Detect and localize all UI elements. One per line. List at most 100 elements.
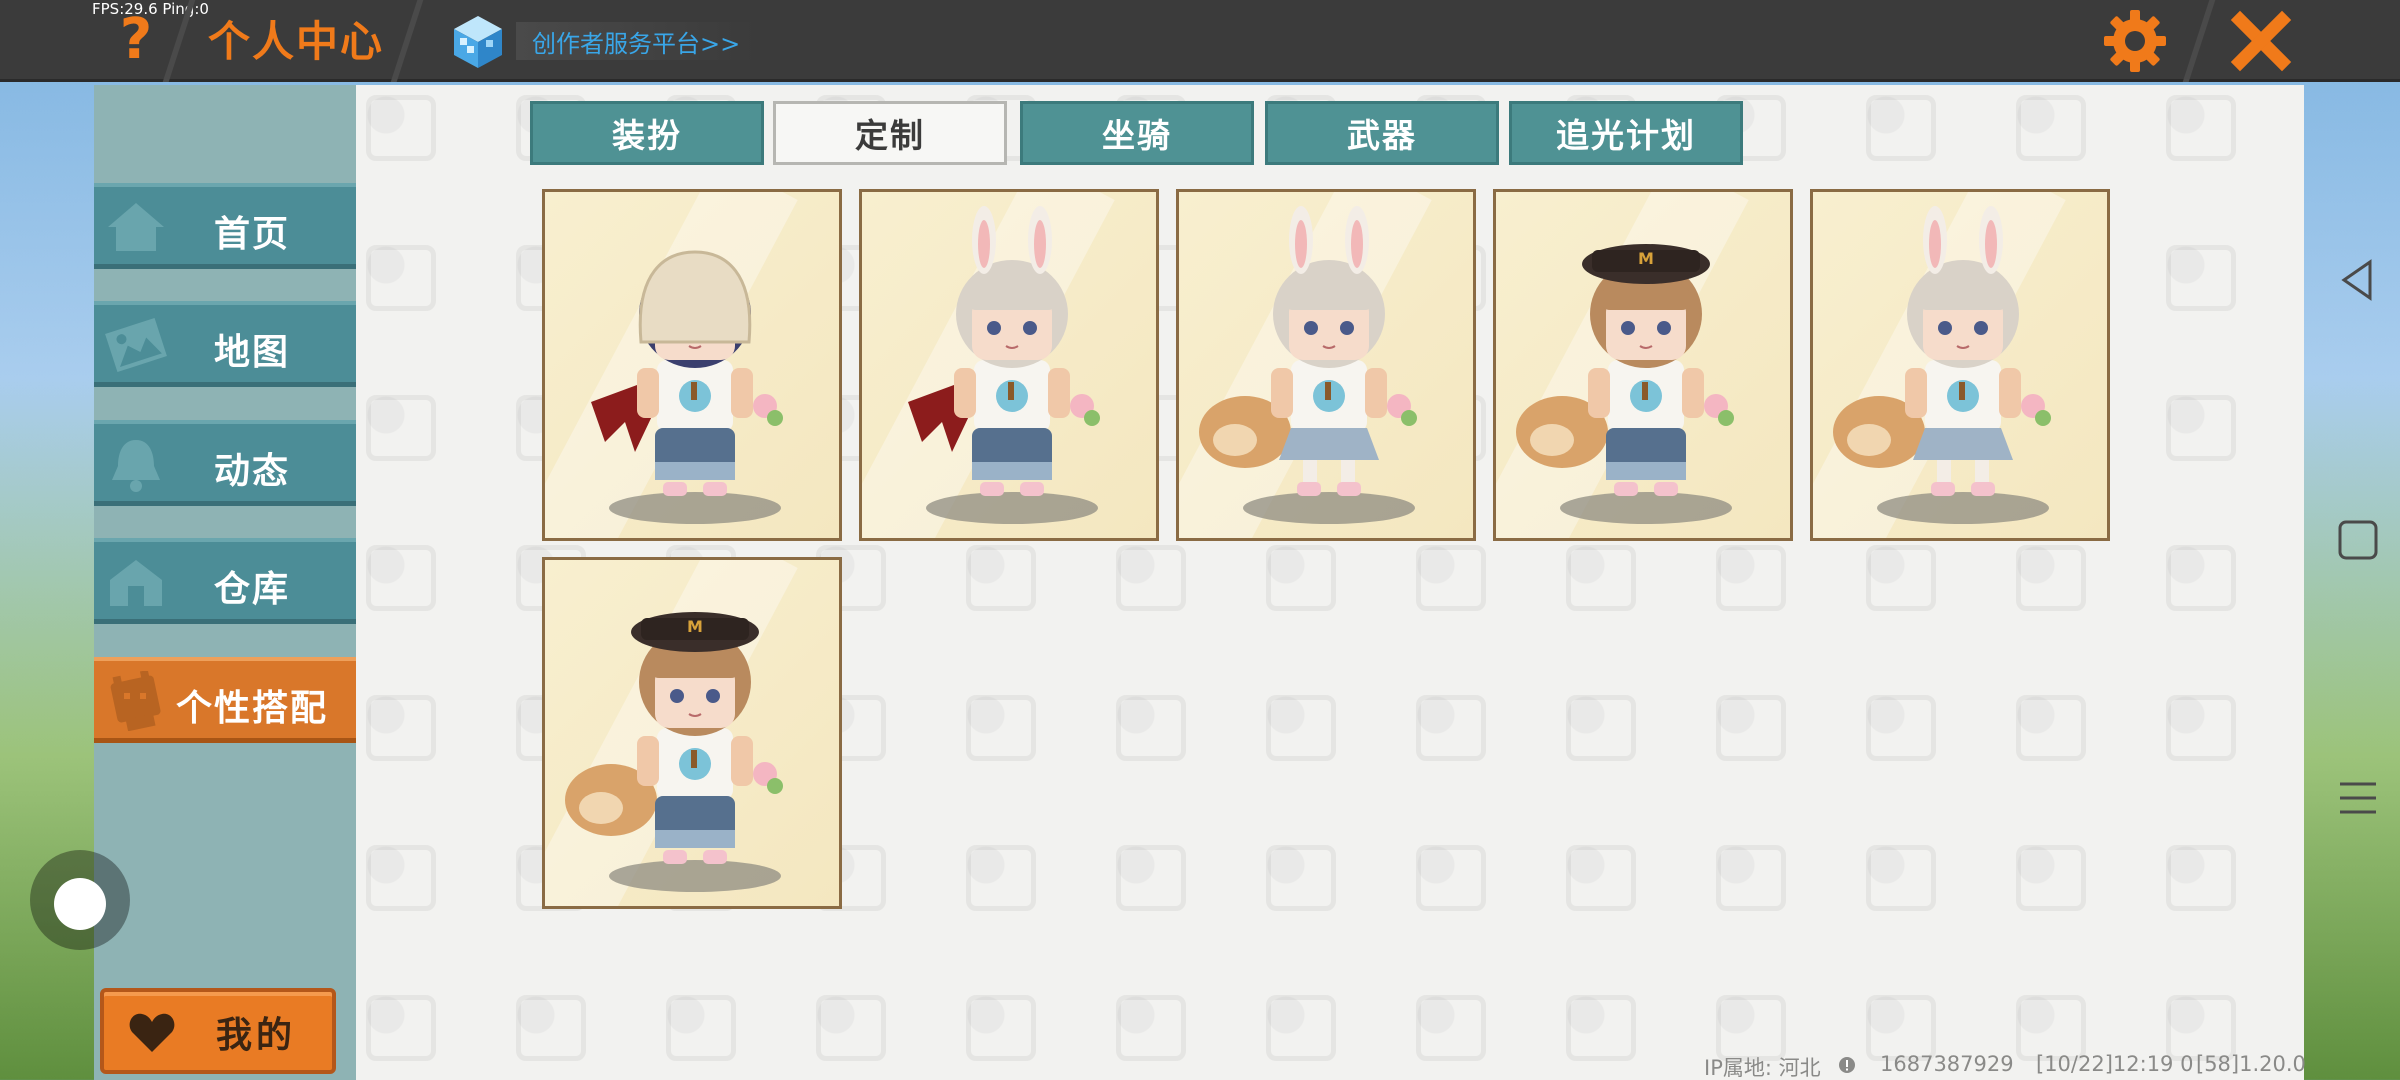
creator-platform-link[interactable]: 创作者服务平台>> [516,22,756,60]
sidebar-item-label: 仓库 [214,569,291,610]
background-motif [1566,845,1636,911]
background-motif [2016,95,2086,161]
background-motif [366,245,436,311]
sidebar-item-map[interactable]: 地图 [94,301,356,387]
tab-weapon[interactable]: 武器 [1265,101,1499,165]
heart-icon [129,1013,175,1052]
background-motif [2166,95,2236,161]
bell-icon [112,440,160,492]
background-motif [366,845,436,911]
background-motif [1866,845,1936,911]
bunny-vest-outfit[interactable] [1176,189,1476,541]
background-motif [2166,245,2236,311]
map-icon [105,317,167,373]
bunny-skirt-outfit[interactable] [1810,189,2110,541]
home-icon [108,203,164,251]
top-bar: FPS:29.6 Ping:0 ? 个人中心 创作者服务平台>> [0,0,2400,82]
background-motif [1116,695,1186,761]
background-motif [1116,545,1186,611]
tab-custom[interactable]: 定制 [773,101,1007,165]
page-title: 个人中心 [208,17,385,66]
background-motif [1416,845,1486,911]
background-motif [2016,545,2086,611]
background-motif [1266,545,1336,611]
version-label: [58]1.20.0 [2196,1052,2306,1076]
cap-tail-outfit[interactable]: M [542,557,842,909]
sidebar-item-storage[interactable]: 仓库 [94,538,356,624]
background-motif [1716,845,1786,911]
menu-icon[interactable] [2330,770,2386,826]
help-button[interactable]: ? [108,6,164,72]
divider [390,0,424,82]
tab-dressup[interactable]: 装扮 [530,101,764,165]
background-motif [2166,695,2236,761]
background-motif [2016,695,2086,761]
background-motif [816,995,886,1061]
joystick-knob[interactable] [54,878,106,930]
outfit-panel: 装扮 定制 坐骑 武器 追光计划 M M [356,85,2304,1080]
bunny-glasses-outfit[interactable] [859,189,1159,541]
background-motif [966,845,1036,911]
svg-text:M: M [687,617,703,636]
session-info: [10/22]12:19 0 [2036,1052,2194,1076]
character-icon [110,671,161,731]
background-motif [2166,545,2236,611]
character-figure: M [1516,244,1734,524]
background-motif [1266,995,1336,1061]
background-motif [1266,845,1336,911]
tab-mount[interactable]: 坐骑 [1020,101,1254,165]
background-motif [1116,995,1186,1061]
character-figure [908,206,1100,524]
background-motif [966,995,1036,1061]
my-button[interactable]: 我的 [100,988,336,1074]
background-motif [1566,545,1636,611]
close-icon[interactable] [2226,6,2296,76]
character-figure [591,250,783,524]
home-nav-icon[interactable] [2330,512,2386,568]
background-motif [1416,995,1486,1061]
cap-vest-outfit[interactable]: M [1493,189,1793,541]
background-motif [1566,695,1636,761]
background-motif [516,995,586,1061]
background-motif [966,695,1036,761]
svg-text:M: M [1638,249,1654,268]
house-icon [110,560,162,606]
cube-icon[interactable] [452,14,504,70]
sidebar-item-home[interactable]: 首页 [94,183,356,269]
background-motif [2166,395,2236,461]
background-motif [1716,695,1786,761]
background-motif [1416,695,1486,761]
background-motif [366,395,436,461]
sidebar-item-label: 首页 [214,214,291,255]
background-motif [366,995,436,1061]
background-motif [366,95,436,161]
my-button-label: 我的 [216,1015,297,1056]
background-motif [1866,95,1936,161]
background-motif [966,545,1036,611]
back-icon[interactable] [2330,252,2386,308]
ip-location: IP属地: 河北 [1704,1056,1821,1080]
character-figure: M [565,612,783,892]
background-motif [1866,545,1936,611]
sidebar-item-feed[interactable]: 动态 [94,420,356,506]
hooded-bear-outfit[interactable] [542,189,842,541]
sidebar-item-label: 动态 [214,451,291,492]
background-motif [2166,845,2236,911]
background-motif [1266,695,1336,761]
sidebar-item-label: 个性搭配 [176,688,329,729]
sidebar-item-style[interactable]: 个性搭配 [94,657,356,743]
gear-icon[interactable] [2100,6,2170,76]
background-motif [1116,845,1186,911]
tab-light-chaser[interactable]: 追光计划 [1509,101,1743,165]
info-icon[interactable] [1838,1056,1856,1074]
divider [2182,0,2216,82]
background-motif [366,695,436,761]
background-motif [666,995,736,1061]
background-motif [1866,695,1936,761]
character-figure [1199,206,1417,524]
background-motif [1716,545,1786,611]
sidebar-item-label: 地图 [214,332,291,373]
background-motif [2016,845,2086,911]
question-icon: ? [119,6,153,72]
background-motif [1416,545,1486,611]
